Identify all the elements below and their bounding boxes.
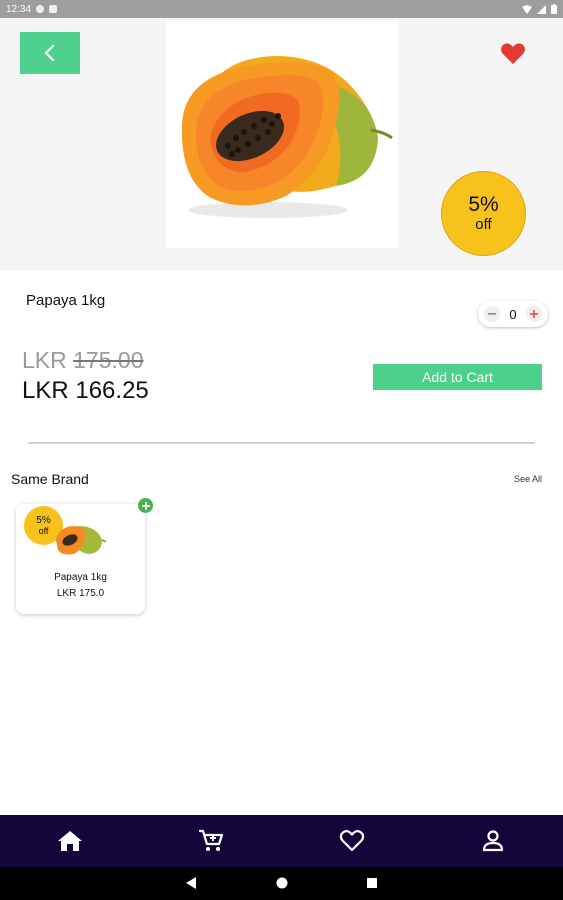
old-price-value: 175.00 — [73, 347, 144, 373]
heart-outline-icon — [339, 830, 365, 852]
plus-icon — [529, 310, 538, 318]
favorite-button[interactable] — [500, 42, 526, 66]
product-hero: 5% off — [0, 18, 563, 270]
wifi-icon — [522, 4, 532, 14]
discount-percent: 5% — [468, 192, 499, 216]
nav-cart[interactable] — [191, 821, 231, 861]
minus-icon — [488, 313, 496, 315]
recents-square-icon[interactable] — [364, 875, 380, 891]
same-brand-title: Same Brand — [11, 471, 89, 487]
status-bar: 12:34 — [0, 0, 563, 18]
card-papaya-image — [56, 526, 106, 555]
papaya-image — [181, 56, 393, 218]
new-price: LKR 166.25 — [22, 377, 149, 404]
heart-icon — [501, 43, 525, 64]
back-button[interactable] — [20, 32, 80, 74]
plus-icon — [141, 501, 150, 510]
card-discount-off-label: off — [38, 526, 49, 536]
status-bar-right — [522, 4, 557, 14]
quantity-value: 0 — [509, 306, 517, 322]
card-add-button[interactable] — [138, 498, 153, 513]
chevron-left-icon — [44, 44, 55, 62]
discount-badge: 5% off — [441, 171, 526, 256]
old-price-currency: LKR — [22, 347, 67, 373]
nav-profile[interactable] — [473, 821, 513, 861]
home-circle-icon[interactable] — [274, 875, 290, 891]
quantity-decrease-button[interactable] — [484, 306, 500, 322]
add-to-cart-button[interactable]: Add to Cart — [373, 364, 542, 390]
divider — [28, 442, 535, 444]
nav-favorites[interactable] — [332, 821, 372, 861]
see-all-link[interactable]: See All — [514, 474, 542, 484]
quantity-increase-button[interactable] — [525, 306, 542, 322]
bottom-navigation — [0, 815, 563, 867]
product-card[interactable]: 5% off Papaya 1kg LKR 175.0 — [16, 504, 145, 614]
back-triangle-icon[interactable] — [184, 875, 198, 891]
status-time: 12:34 — [6, 3, 32, 15]
home-icon — [58, 831, 83, 851]
status-bar-left: 12:34 — [6, 3, 58, 15]
product-name: Papaya 1kg — [26, 292, 106, 309]
quantity-stepper: 0 — [478, 301, 548, 327]
old-price: LKR 175.00 — [22, 347, 144, 374]
signal-icon — [537, 4, 546, 14]
card-product-name: Papaya 1kg — [54, 572, 107, 583]
notification-icon — [36, 5, 45, 13]
nav-home[interactable] — [50, 821, 90, 861]
card-product-price: LKR 175.0 — [56, 588, 105, 599]
card-discount-percent: 5% — [36, 515, 51, 526]
discount-off-label: off — [475, 215, 492, 233]
battery-icon — [551, 4, 557, 14]
sd-card-icon — [49, 5, 58, 13]
cart-icon — [199, 829, 224, 851]
person-icon — [482, 830, 503, 852]
system-navigation-bar — [0, 867, 563, 900]
product-image — [166, 20, 398, 248]
